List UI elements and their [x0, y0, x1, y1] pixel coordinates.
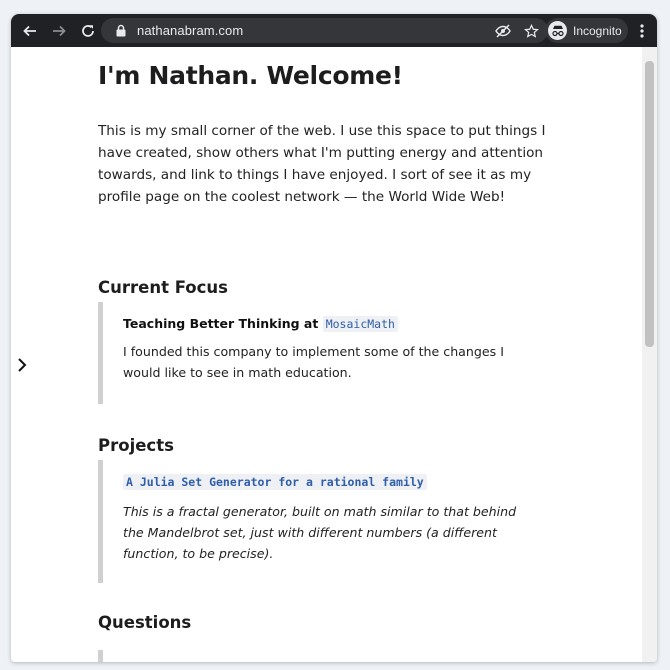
current-focus-title-text: Teaching Better Thinking at — [123, 316, 319, 331]
forward-button[interactable] — [46, 18, 72, 44]
reload-icon — [82, 24, 94, 37]
browser-menu-button[interactable] — [635, 21, 649, 41]
julia-set-link[interactable]: A Julia Set Generator for a rational fam… — [123, 474, 427, 490]
back-button[interactable] — [17, 18, 43, 44]
chevron-right-icon[interactable] — [14, 357, 30, 373]
arrow-left-icon — [23, 25, 36, 36]
page-viewport: I'm Nathan. Welcome! This is my small co… — [11, 47, 657, 662]
bookmark-star-icon[interactable] — [522, 22, 540, 40]
current-focus-title: Teaching Better Thinking at MosaicMath — [123, 316, 563, 332]
project-title: A Julia Set Generator for a rational fam… — [123, 474, 563, 490]
url-text[interactable]: nathanabram.com — [137, 23, 243, 38]
browser-toolbar: nathanabram.com Incognito — [11, 14, 657, 47]
scrollbar-thumb[interactable] — [645, 61, 654, 347]
current-focus-block: Teaching Better Thinking at MosaicMath I… — [98, 302, 563, 404]
more-vert-icon — [640, 24, 644, 38]
intro-paragraph: This is my small corner of the web. I us… — [98, 123, 546, 205]
section-heading-current-focus: Current Focus — [98, 278, 228, 297]
page-title: I'm Nathan. Welcome! — [98, 61, 403, 90]
incognito-label: Incognito — [573, 23, 622, 38]
section-heading-projects: Projects — [98, 436, 174, 455]
project-description: This is a fractal generator, built on ma… — [123, 504, 517, 561]
section-heading-questions: Questions — [98, 613, 192, 632]
incognito-profile-button[interactable]: Incognito — [545, 18, 628, 43]
reload-button[interactable] — [75, 18, 101, 44]
projects-block: A Julia Set Generator for a rational fam… — [98, 460, 563, 583]
incognito-icon — [548, 21, 567, 40]
eye-off-icon[interactable] — [494, 22, 512, 40]
arrow-right-icon — [53, 25, 66, 36]
mosaicmath-link[interactable]: MosaicMath — [322, 316, 398, 332]
vertical-scrollbar[interactable] — [642, 47, 657, 662]
questions-block — [98, 650, 563, 662]
lock-icon[interactable] — [115, 24, 129, 38]
current-focus-description: I founded this company to implement some… — [123, 344, 504, 380]
browser-window: nathanabram.com Incognito I'm Nathan. We… — [11, 14, 657, 662]
address-bar[interactable]: nathanabram.com — [101, 18, 548, 43]
